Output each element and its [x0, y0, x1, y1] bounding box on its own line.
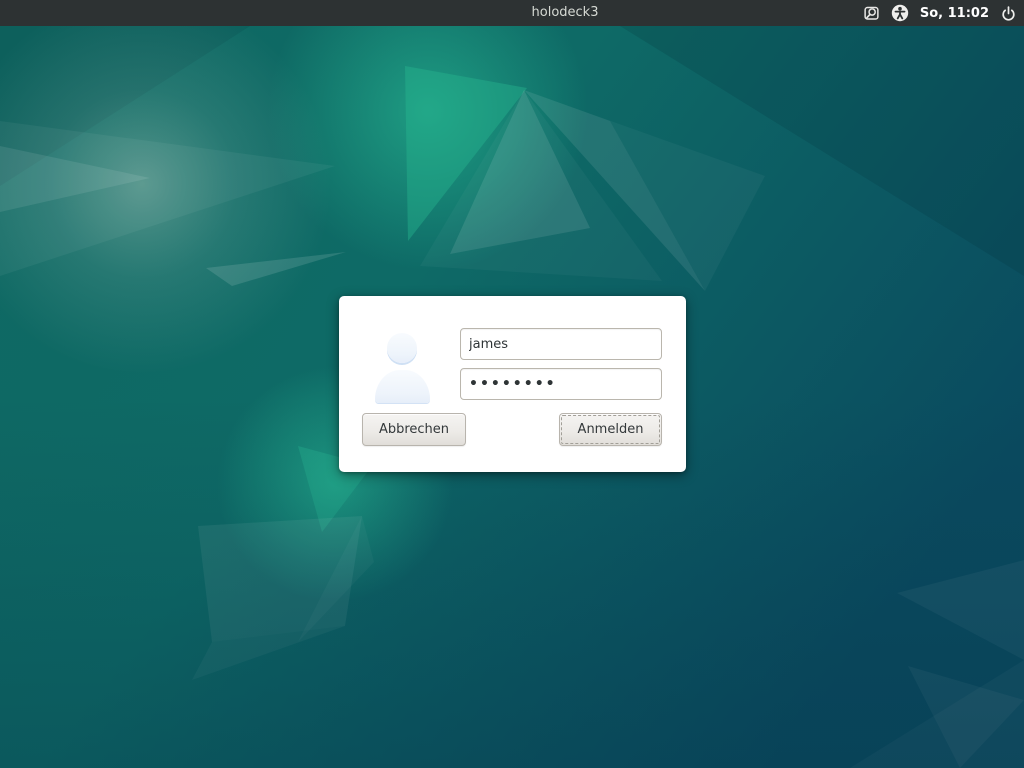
system-status-area: So, 11:02 — [863, 0, 1017, 26]
top-bar: holodeck3 So, 11:02 — [0, 0, 1024, 26]
screen-magnifier-icon[interactable] — [863, 5, 880, 22]
clock-label: So, 11:02 — [919, 5, 989, 21]
power-icon[interactable] — [1000, 5, 1017, 22]
accessibility-icon[interactable] — [891, 4, 909, 22]
user-avatar-icon — [339, 296, 469, 416]
hostname-label: holodeck3 — [531, 5, 599, 20]
avatar-body — [375, 370, 430, 403]
login-dialog: Abbrechen Anmelden — [339, 296, 686, 472]
password-input[interactable] — [460, 368, 662, 400]
username-input[interactable] — [460, 328, 662, 360]
login-screen: holodeck3 So, 11:02 james •••••••• Abbre… — [0, 0, 1024, 768]
login-button[interactable]: Anmelden — [559, 413, 662, 446]
avatar-head — [387, 333, 417, 363]
cancel-button[interactable]: Abbrechen — [362, 413, 466, 446]
